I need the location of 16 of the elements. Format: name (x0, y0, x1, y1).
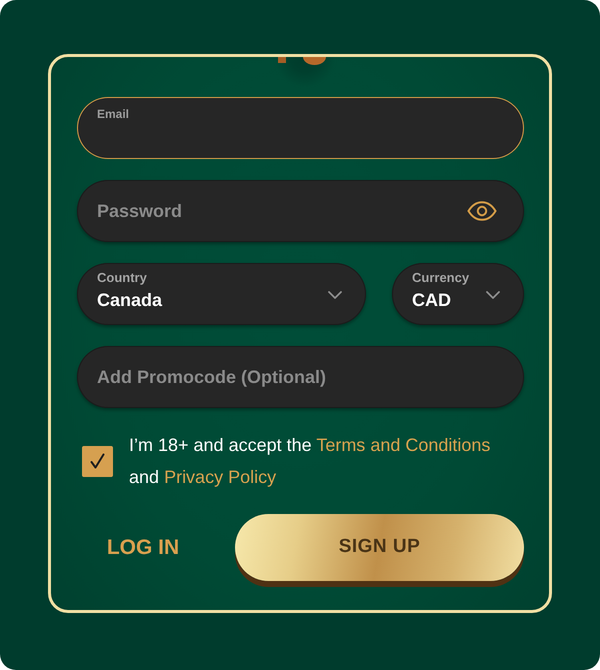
sign-up-button[interactable]: SIGN UP (235, 514, 524, 581)
consent-link[interactable]: Privacy Policy (164, 467, 276, 487)
dropdown-select[interactable]: Country Canada (77, 263, 366, 325)
partial-logo-icon (278, 57, 326, 65)
input-field[interactable]: Add Promocode (Optional) (77, 346, 524, 408)
chevron-down-icon (486, 291, 500, 299)
checkbox[interactable] (82, 446, 113, 476)
input-field[interactable]: Email (77, 97, 524, 159)
consent-text: I’m 18+ and accept the Terms and Conditions and Privacy Policy (129, 434, 492, 489)
eye-icon[interactable] (467, 201, 497, 221)
login-button[interactable]: LOG IN (77, 514, 209, 581)
chevron-down-icon (328, 291, 342, 299)
consent-link[interactable]: Terms and Conditions (316, 435, 490, 455)
checkmark-icon (90, 453, 105, 469)
dropdown-select[interactable]: Currency CAD (392, 263, 524, 325)
password-field[interactable]: Password (77, 180, 524, 242)
